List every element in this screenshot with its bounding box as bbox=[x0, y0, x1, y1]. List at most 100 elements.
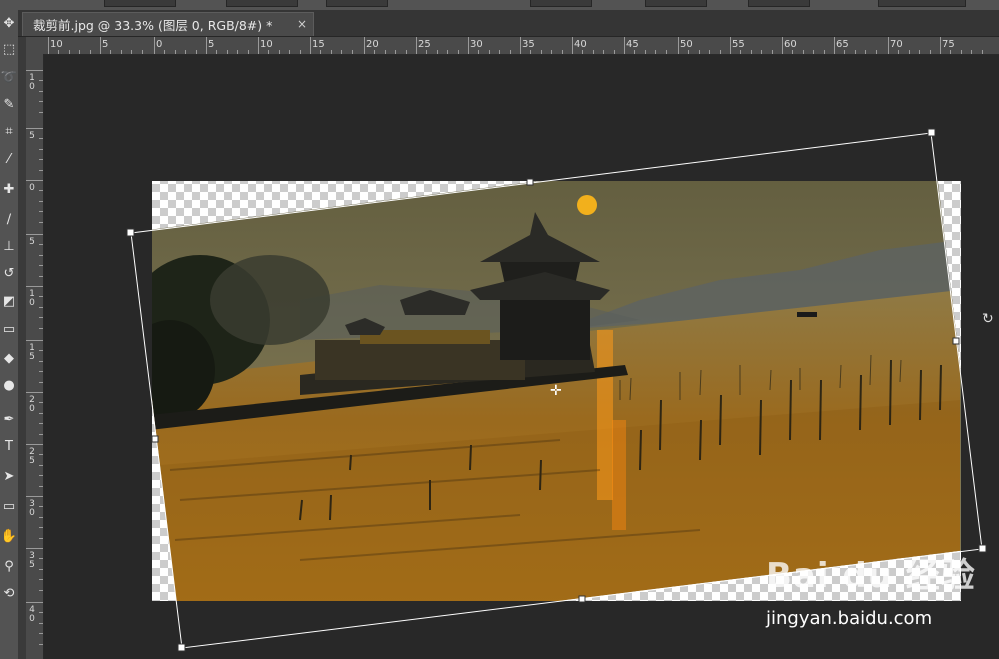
ruler-minor-tick bbox=[278, 50, 280, 54]
ruler-label: 1 5 bbox=[29, 343, 35, 362]
ruler-minor-tick bbox=[185, 50, 187, 54]
options-field-4[interactable] bbox=[530, 0, 592, 7]
ruler-label: 50 bbox=[680, 39, 693, 50]
tools-panel: ✥ ⬚ ➰ ✎ ⌗ ⁄ ✚ ∕ ⊥ ↺ ◩ ▭ ◆ ● ✒ T ➤ ▭ ✋ ⚲ ⟲ bbox=[0, 10, 19, 659]
transform-handle-right-middle[interactable] bbox=[952, 337, 960, 345]
pen-tool-icon[interactable]: ✒ bbox=[0, 408, 18, 430]
ruler-tick bbox=[310, 37, 311, 54]
transform-handle-bottom-right[interactable] bbox=[978, 544, 987, 553]
ruler-minor-tick bbox=[39, 423, 43, 425]
crop-tool-icon[interactable]: ⌗ bbox=[0, 120, 18, 142]
ruler-minor-tick bbox=[39, 475, 43, 477]
transform-center-icon[interactable]: ✛ bbox=[550, 383, 562, 399]
ruler-tick bbox=[100, 37, 101, 54]
ruler-minor-tick bbox=[665, 50, 667, 54]
ruler-label: 10 bbox=[260, 39, 273, 50]
ruler-minor-tick bbox=[39, 579, 43, 581]
ruler-tick bbox=[624, 37, 625, 54]
ruler-minor-tick bbox=[39, 537, 43, 539]
document-tab-bar: 裁剪前.jpg @ 33.3% (图层 0, RGB/8#) * × bbox=[18, 10, 999, 37]
ruler-minor-tick bbox=[499, 50, 501, 54]
ruler-tick bbox=[258, 37, 259, 54]
document-tab[interactable]: 裁剪前.jpg @ 33.3% (图层 0, RGB/8#) * × bbox=[22, 12, 314, 36]
path-select-tool-icon[interactable]: ➤ bbox=[0, 465, 18, 487]
ruler-tick bbox=[154, 37, 155, 54]
transform-handle-bottom-middle[interactable] bbox=[578, 595, 586, 603]
transform-handle-bottom-left[interactable] bbox=[177, 643, 186, 652]
options-tool-icon[interactable] bbox=[60, 0, 82, 6]
blur-tool-icon[interactable]: ◆ bbox=[0, 347, 18, 369]
ruler-label: 40 bbox=[574, 39, 587, 50]
ruler-minor-tick bbox=[644, 50, 646, 54]
rotate-cursor-icon: ↻ bbox=[982, 311, 994, 327]
ruler-minor-tick bbox=[898, 50, 900, 54]
ruler-minor-tick bbox=[592, 50, 594, 54]
ruler-minor-tick bbox=[540, 50, 542, 54]
shape-tool-icon[interactable]: ▭ bbox=[0, 495, 18, 517]
brush-tool-icon[interactable]: ∕ bbox=[0, 208, 18, 230]
ruler-minor-tick bbox=[561, 50, 563, 54]
gradient-tool-icon[interactable]: ▭ bbox=[0, 318, 18, 340]
ruler-minor-tick bbox=[39, 200, 43, 202]
options-field-2[interactable] bbox=[226, 0, 298, 7]
ruler-tick bbox=[206, 37, 207, 54]
options-dropdown[interactable] bbox=[878, 0, 966, 7]
watermark-logo: Bai du 经验 bbox=[766, 556, 976, 596]
eyedropper-tool-icon[interactable]: ⁄ bbox=[0, 148, 18, 170]
ruler-label: 60 bbox=[784, 39, 797, 50]
ruler-minor-tick bbox=[478, 50, 480, 54]
ruler-tick bbox=[26, 180, 43, 181]
close-icon[interactable]: × bbox=[297, 17, 307, 31]
ruler-minor-tick bbox=[39, 254, 43, 256]
healing-brush-tool-icon[interactable]: ✚ bbox=[0, 178, 18, 200]
ruler-minor-tick bbox=[131, 50, 133, 54]
horizontal-ruler[interactable]: 10 5 0 5 10 15 20 25 30 35 40 45 50 55 60 65 70 75 bbox=[44, 37, 999, 55]
ruler-minor-tick bbox=[39, 464, 43, 466]
move-tool-icon[interactable]: ✥ bbox=[0, 12, 18, 34]
ruler-label: 35 bbox=[522, 39, 535, 50]
transform-handle-top-right[interactable] bbox=[927, 128, 936, 137]
options-field-5[interactable] bbox=[645, 0, 707, 7]
ruler-minor-tick bbox=[39, 622, 43, 624]
ruler-tick bbox=[26, 602, 43, 603]
options-field-3[interactable] bbox=[326, 0, 388, 7]
clone-stamp-tool-icon[interactable]: ⊥ bbox=[0, 235, 18, 257]
transform-handle-top-left[interactable] bbox=[126, 228, 135, 237]
history-brush-tool-icon[interactable]: ↺ bbox=[0, 262, 18, 284]
ruler-minor-tick bbox=[655, 50, 657, 54]
zoom-tool-icon[interactable]: ⚲ bbox=[0, 555, 18, 577]
ruler-minor-tick bbox=[164, 50, 166, 54]
options-field-6[interactable] bbox=[748, 0, 810, 7]
ruler-minor-tick bbox=[351, 50, 353, 54]
ruler-minor-tick bbox=[237, 50, 239, 54]
ruler-minor-tick bbox=[39, 506, 43, 508]
type-tool-icon[interactable]: T bbox=[0, 435, 18, 457]
ruler-minor-tick bbox=[39, 402, 43, 404]
ruler-minor-tick bbox=[226, 50, 228, 54]
transform-handle-left-middle[interactable] bbox=[151, 435, 159, 443]
ruler-minor-tick bbox=[436, 50, 438, 54]
ruler-origin[interactable] bbox=[26, 37, 45, 55]
ruler-minor-tick bbox=[39, 412, 43, 414]
ruler-minor-tick bbox=[39, 485, 43, 487]
options-field-1[interactable] bbox=[104, 0, 176, 7]
vertical-ruler[interactable]: 1 0 5 0 5 1 0 1 5 2 0 2 5 3 0 3 5 4 0 bbox=[26, 54, 44, 659]
ruler-minor-tick bbox=[740, 50, 742, 54]
ruler-tick bbox=[26, 286, 43, 287]
lasso-tool-icon[interactable]: ➰ bbox=[0, 66, 18, 88]
ruler-minor-tick bbox=[299, 50, 301, 54]
ruler-minor-tick bbox=[39, 568, 43, 570]
marquee-tool-icon[interactable]: ⬚ bbox=[0, 38, 18, 60]
hand-tool-icon[interactable]: ✋ bbox=[0, 525, 18, 547]
ruler-minor-tick bbox=[39, 433, 43, 435]
eraser-tool-icon[interactable]: ◩ bbox=[0, 290, 18, 312]
ruler-tick bbox=[26, 392, 43, 393]
rotate-view-tool-icon[interactable]: ⟲ bbox=[0, 582, 18, 604]
quick-select-tool-icon[interactable]: ✎ bbox=[0, 93, 18, 115]
dodge-tool-icon[interactable]: ● bbox=[0, 374, 18, 396]
ruler-minor-tick bbox=[771, 50, 773, 54]
ruler-minor-tick bbox=[384, 50, 386, 54]
ruler-tick bbox=[26, 128, 43, 129]
ruler-minor-tick bbox=[39, 516, 43, 518]
transform-handle-top-middle[interactable] bbox=[526, 178, 534, 186]
